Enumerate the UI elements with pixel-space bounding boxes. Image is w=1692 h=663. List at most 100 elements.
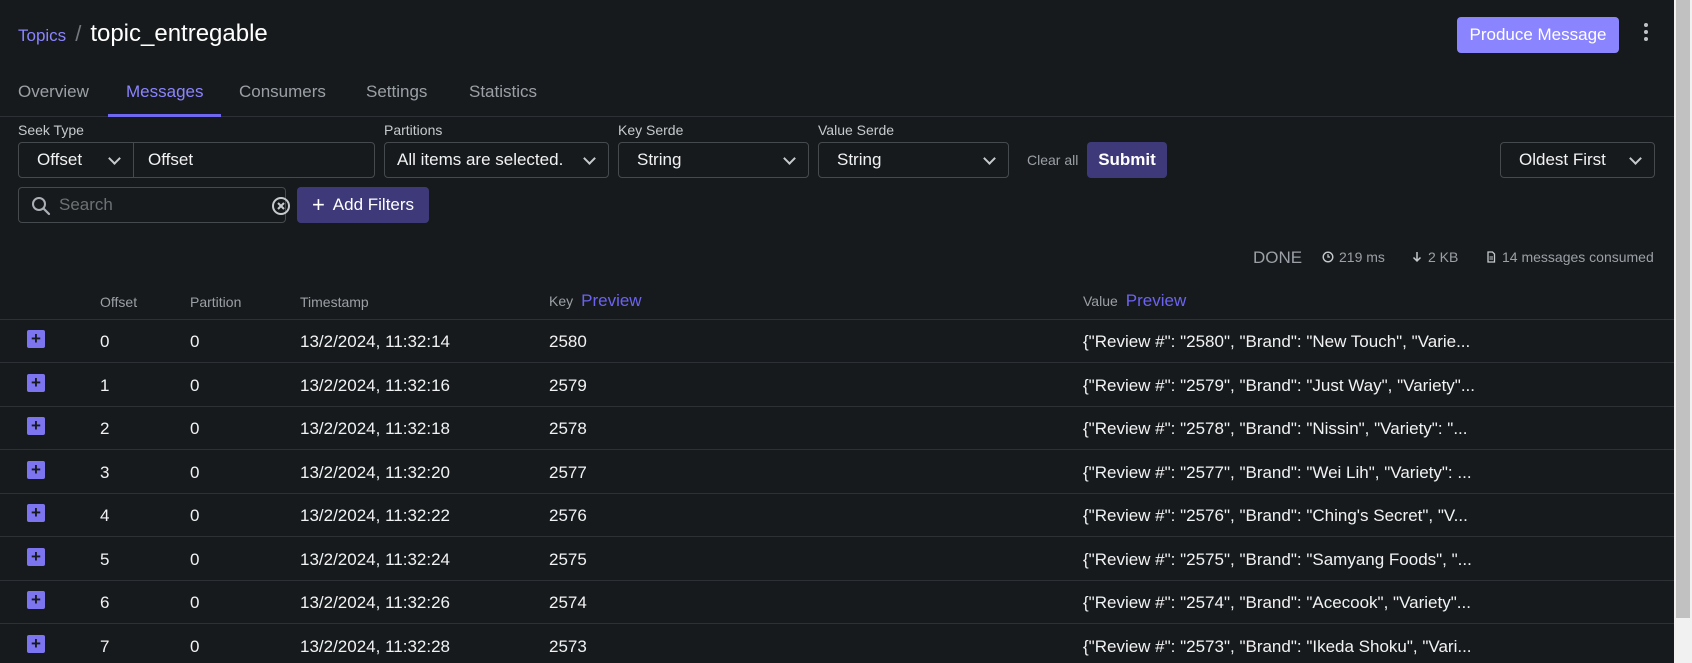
- page-title: topic_entregable: [90, 20, 268, 47]
- clock-icon: [1322, 251, 1334, 263]
- cell-offset: 1: [100, 375, 110, 395]
- expand-plus-icon[interactable]: +: [27, 373, 45, 392]
- column-header-partition: Partition: [190, 294, 242, 310]
- column-header-timestamp: Timestamp: [300, 294, 369, 310]
- cell-partition: 0: [190, 506, 200, 525]
- plus-icon: +: [311, 192, 325, 217]
- seek-type-select[interactable]: Offset: [18, 142, 134, 178]
- column-header-key: Key Preview: [549, 291, 642, 311]
- expand-plus-icon[interactable]: +: [27, 330, 45, 348]
- table-row[interactable]: +7 0 13/2/2024, 11:32:28 2573 {"Review #": "…: [0, 625, 1674, 663]
- table-header: Offset Partition Timestamp Key Preview Va…: [0, 291, 1674, 320]
- chevron-down-icon: [1629, 152, 1642, 165]
- kebab-menu-icon[interactable]: [1636, 23, 1656, 47]
- tab-consumers[interactable]: Consumers: [239, 82, 326, 102]
- expand-plus-icon[interactable]: +: [27, 417, 45, 435]
- table-row[interactable]: +6 0 13/2/2024, 11:32:26 2574 {"Review #": "…: [0, 581, 1674, 624]
- column-header-key-label: Key: [549, 293, 574, 309]
- partitions-select[interactable]: All items are selected.: [384, 142, 609, 178]
- cell-timestamp: 13/2/2024, 11:32:18: [300, 419, 450, 438]
- expand-plus-icon[interactable]: +: [27, 634, 45, 653]
- tab-settings[interactable]: Settings: [366, 82, 427, 102]
- expand-plus-icon[interactable]: +: [27, 460, 45, 479]
- cell-key: 2578: [549, 419, 587, 438]
- key-preview-link[interactable]: Preview: [581, 291, 641, 310]
- cell-timestamp: 13/2/2024, 11:32:14: [300, 332, 450, 351]
- cell-value: {"Review #": "2577", "Brand": "Wei Lih",…: [1083, 462, 1472, 482]
- cell-partition: 0: [190, 593, 200, 612]
- sort-order-select[interactable]: Oldest First: [1500, 142, 1655, 178]
- value-serde-select[interactable]: String: [818, 142, 1009, 178]
- status-size: 2 KB: [1411, 249, 1458, 265]
- cell-key: 2577: [549, 462, 587, 482]
- chevron-down-icon: [108, 152, 121, 165]
- key-serde-value: String: [637, 150, 682, 169]
- cell-key: 2573: [549, 636, 587, 656]
- expand-plus-icon[interactable]: +: [27, 591, 45, 609]
- table-row[interactable]: +1 0 13/2/2024, 11:32:16 2579 {"Review #": "…: [0, 364, 1674, 407]
- cell-partition: 0: [190, 549, 200, 569]
- table-row[interactable]: +4 0 13/2/2024, 11:32:22 2576 {"Review #": "…: [0, 494, 1674, 537]
- cell-key: 2579: [549, 375, 587, 395]
- cell-offset: 4: [100, 506, 110, 525]
- table-row[interactable]: +3 0 13/2/2024, 11:32:20 2577 {"Review #": "…: [0, 451, 1674, 494]
- seek-offset-input[interactable]: Offset: [133, 142, 375, 178]
- cell-offset: 7: [100, 636, 110, 656]
- cell-value: {"Review #": "2575", "Brand": "Samyang F…: [1083, 549, 1472, 569]
- value-preview-link[interactable]: Preview: [1126, 291, 1186, 310]
- seek-type-label: Seek Type: [18, 122, 84, 138]
- scrollbar-thumb[interactable]: [1676, 0, 1690, 618]
- breadcrumb-topics-link[interactable]: Topics: [18, 26, 66, 46]
- cell-value: {"Review #": "2580", "Brand": "New Touch…: [1083, 332, 1471, 351]
- breadcrumb: Topics / topic_entregable: [18, 20, 268, 48]
- status-consumed: 14 messages consumed: [1485, 249, 1654, 265]
- key-serde-select[interactable]: String: [618, 142, 809, 178]
- column-header-value-label: Value: [1083, 293, 1118, 309]
- cell-timestamp: 13/2/2024, 11:32:26: [300, 593, 450, 612]
- value-serde-label: Value Serde: [818, 122, 895, 138]
- expand-plus-icon[interactable]: +: [27, 547, 45, 566]
- clear-all-link[interactable]: Clear all: [1027, 152, 1078, 168]
- tab-overview[interactable]: Overview: [18, 82, 89, 102]
- cell-partition: 0: [190, 375, 200, 395]
- produce-message-button[interactable]: Produce Message: [1457, 17, 1619, 53]
- tab-statistics[interactable]: Statistics: [469, 82, 537, 102]
- tab-messages[interactable]: Messages: [126, 82, 203, 102]
- seek-offset-value: Offset: [148, 150, 194, 169]
- cell-partition: 0: [190, 462, 200, 482]
- cell-value: {"Review #": "2576", "Brand": "Ching's S…: [1083, 506, 1468, 525]
- scrollbar-track[interactable]: [1674, 0, 1692, 663]
- breadcrumb-separator: /: [75, 21, 82, 46]
- search-input[interactable]: [59, 195, 239, 215]
- cell-offset: 2: [100, 419, 110, 438]
- status-time-value: 219 ms: [1339, 249, 1385, 265]
- expand-plus-icon[interactable]: +: [27, 504, 45, 522]
- value-serde-value: String: [837, 150, 882, 169]
- main-area: Topics / topic_entregable Produce Messag…: [0, 0, 1674, 663]
- table-row[interactable]: +2 0 13/2/2024, 11:32:18 2578 {"Review #": "…: [0, 407, 1674, 450]
- search-icon: [32, 197, 51, 216]
- table-row[interactable]: +0 0 13/2/2024, 11:32:14 2580 {"Review #": "…: [0, 320, 1674, 363]
- status-time: 219 ms: [1322, 249, 1385, 265]
- cell-value: {"Review #": "2574", "Brand": "Acecook",…: [1083, 593, 1471, 612]
- partitions-label: Partitions: [384, 122, 443, 138]
- key-serde-label: Key Serde: [618, 122, 684, 138]
- add-filters-button[interactable]: + Add Filters: [297, 187, 429, 223]
- clear-circle-icon[interactable]: [271, 196, 291, 216]
- active-tab-indicator: [108, 114, 221, 117]
- cell-value: {"Review #": "2578", "Brand": "Nissin", …: [1083, 419, 1468, 438]
- cell-offset: 6: [100, 593, 110, 612]
- cell-partition: 0: [190, 332, 200, 351]
- cell-offset: 0: [100, 332, 110, 351]
- chevron-down-icon: [783, 152, 796, 165]
- column-header-value: Value Preview: [1083, 291, 1186, 311]
- tab-bar: Overview Messages Consumers Settings Sta…: [0, 70, 1674, 117]
- cell-timestamp: 13/2/2024, 11:32:22: [300, 506, 450, 525]
- arrow-down-icon: [1412, 252, 1422, 263]
- column-header-offset: Offset: [100, 294, 138, 310]
- chevron-down-icon: [583, 152, 596, 165]
- table-row[interactable]: +5 0 13/2/2024, 11:32:24 2575 {"Review #": "…: [0, 538, 1674, 581]
- submit-button[interactable]: Submit: [1087, 142, 1167, 178]
- cell-offset: 3: [100, 462, 110, 482]
- cell-timestamp: 13/2/2024, 11:32:24: [300, 549, 450, 569]
